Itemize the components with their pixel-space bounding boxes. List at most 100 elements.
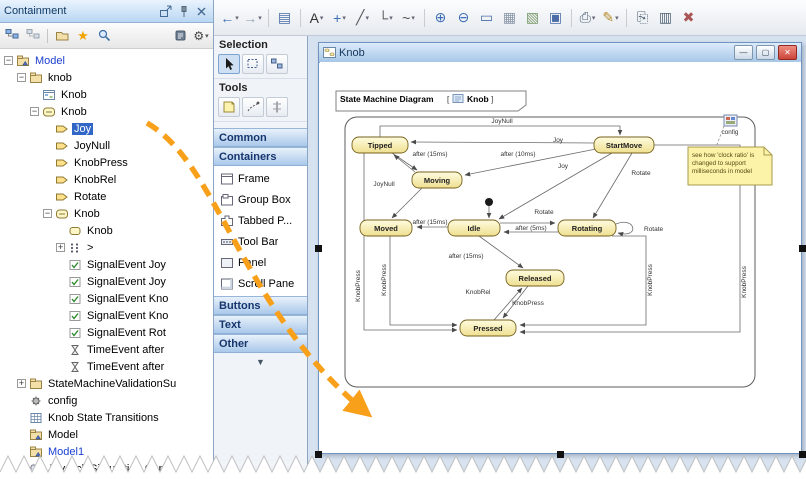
collapse-tree-icon[interactable] [24, 27, 42, 45]
oblique-path-icon[interactable]: ╱▾ [352, 7, 373, 29]
tree-indent [56, 277, 65, 286]
tree-item-model[interactable]: −Model [0, 52, 213, 69]
panel-title: Containment [4, 5, 155, 17]
multi-select-button[interactable] [266, 54, 288, 74]
marquee-select-button[interactable] [242, 54, 264, 74]
note[interactable]: see how 'clock ratio' is changed to supp… [688, 147, 772, 185]
float-icon[interactable] [157, 4, 173, 19]
zoom-in-icon[interactable]: ⊕ [430, 7, 451, 29]
palette-item-group-box[interactable]: Group Box [214, 189, 307, 210]
palette-section-containers[interactable]: Containers [214, 147, 307, 166]
tree-toggle-plus-icon[interactable]: + [17, 379, 26, 388]
palette-item-tabbed-p[interactable]: Tabbed P... [214, 210, 307, 231]
palette-section-text[interactable]: Text [214, 315, 307, 334]
tree-item-knobrel[interactable]: KnobRel [0, 171, 213, 188]
tree-item-rotate[interactable]: Rotate [0, 188, 213, 205]
copy-icon[interactable]: ⎘ [632, 7, 653, 29]
rectilinear-path-icon[interactable]: └▾ [375, 7, 396, 29]
move-mode-icon[interactable]: +▾ [329, 7, 350, 29]
tree-item-model1[interactable]: Model1 [0, 443, 213, 460]
tree-item-knob[interactable]: Knob [0, 86, 213, 103]
tree-toggle-minus-icon[interactable]: − [4, 56, 13, 65]
tree-item-joynull[interactable]: JoyNull [0, 137, 213, 154]
note-tool-button[interactable] [218, 97, 240, 117]
tree-item-config[interactable]: config [0, 392, 213, 409]
anchor-tool-button[interactable] [242, 97, 264, 117]
print-icon[interactable]: ⎙▾ [577, 7, 598, 29]
tree-item-signalevent-kno[interactable]: SignalEvent Kno [0, 307, 213, 324]
related-diagrams-icon[interactable]: ▤ [274, 7, 295, 29]
palette-section-buttons[interactable]: Buttons [214, 296, 307, 315]
tree-toggle-minus-icon[interactable]: − [17, 73, 26, 82]
select-cursor-button[interactable] [218, 54, 240, 74]
swimlanes-icon[interactable]: A▾ [306, 7, 327, 29]
grid-icon[interactable]: ▦ [499, 7, 520, 29]
resize-handle-bottom-right[interactable] [799, 451, 806, 458]
tree-item-knob[interactable]: −Knob [0, 103, 213, 120]
states[interactable]: Tipped StartMove Moving Moved Idle Rotat… [352, 137, 654, 336]
diagram-window-titlebar[interactable]: Knob — ▢ ✕ [319, 43, 801, 63]
delete-icon[interactable]: ✖ [678, 7, 699, 29]
tree-item-joystick-simulation-confi[interactable]: Joystick Simulation Confi [0, 460, 213, 477]
tree-item-[interactable]: +> [0, 239, 213, 256]
settings-gear-icon[interactable]: ⚙▾ [192, 27, 210, 45]
palette-item-frame[interactable]: Frame [214, 168, 307, 189]
appearance-icon[interactable]: ✎▾ [600, 7, 621, 29]
separator-tool-button[interactable] [266, 97, 288, 117]
tree-item-statemachinevalidationsu[interactable]: +StateMachineValidationSu [0, 375, 213, 392]
paste-icon[interactable]: ▥ [655, 7, 676, 29]
tree-item-knob[interactable]: −Knob [0, 205, 213, 222]
image-shape-icon[interactable]: ▧ [522, 7, 543, 29]
diagram-canvas[interactable]: Knob — ▢ ✕ [308, 36, 806, 479]
tree-toggle-minus-icon[interactable]: − [43, 209, 52, 218]
palette-section-label: Containers [219, 151, 276, 163]
resize-handle-middle-right[interactable] [799, 245, 806, 252]
tree-item-signalevent-joy[interactable]: SignalEvent Joy [0, 256, 213, 273]
palette-item-scroll-pane[interactable]: Scroll Pane [214, 273, 307, 294]
tree-item-knob[interactable]: −knob [0, 69, 213, 86]
palette-item-label: Panel [238, 257, 266, 269]
resize-handle-middle-left[interactable] [315, 245, 322, 252]
search-icon[interactable] [95, 27, 113, 45]
palette-section-common[interactable]: Common [214, 128, 307, 147]
maximize-button[interactable]: ▢ [756, 45, 775, 60]
tree-item-knob-state-transitions[interactable]: Knob State Transitions [0, 409, 213, 426]
open-in-tree-icon[interactable] [53, 27, 71, 45]
tree-item-signalevent-kno[interactable]: SignalEvent Kno [0, 290, 213, 307]
tree-toggle-minus-icon[interactable]: − [30, 107, 39, 116]
forward-icon[interactable]: →▾ [242, 7, 263, 29]
back-icon[interactable]: ←▾ [219, 7, 240, 29]
minimize-button[interactable]: — [734, 45, 753, 60]
bezier-path-icon[interactable]: ~▾ [398, 7, 419, 29]
expand-tree-icon[interactable] [3, 27, 21, 45]
tree-item-timeevent-after[interactable]: TimeEvent after [0, 358, 213, 375]
tree-item-signalevent-joy[interactable]: SignalEvent Joy [0, 273, 213, 290]
close-icon[interactable] [193, 4, 209, 19]
palette-section-other[interactable]: Other [214, 334, 307, 353]
config-element[interactable]: config [722, 115, 739, 136]
fit-in-window-icon[interactable]: ▭ [476, 7, 497, 29]
pin-icon[interactable] [175, 4, 191, 19]
zoom-out-icon[interactable]: ⊖ [453, 7, 474, 29]
palette-item-panel[interactable]: Panel [214, 252, 307, 273]
palette-scroll-down-button[interactable]: ▼ [214, 353, 307, 367]
initial-state[interactable] [485, 198, 493, 206]
diagram-drawing-area[interactable]: State Machine Diagram [ Knob ] [320, 62, 801, 453]
close-button[interactable]: ✕ [778, 45, 797, 60]
window-icon[interactable]: ▣ [545, 7, 566, 29]
resize-handle-bottom-center[interactable] [557, 451, 564, 458]
tree-toggle-plus-icon[interactable]: + [56, 243, 65, 252]
palette-section-label: Common [219, 132, 267, 144]
favorites-icon[interactable]: ★ [74, 27, 92, 45]
filter-icon[interactable] [171, 27, 189, 45]
palette-item-tool-bar[interactable]: Tool Bar [214, 231, 307, 252]
tree-item-knob[interactable]: Knob [0, 222, 213, 239]
tree-item-signalevent-rot[interactable]: SignalEvent Rot [0, 324, 213, 341]
svg-text:Rotate: Rotate [534, 209, 554, 216]
tree-item-model[interactable]: Model [0, 426, 213, 443]
tree-item-knobpress[interactable]: KnobPress [0, 154, 213, 171]
tree-item-joy[interactable]: Joy [0, 120, 213, 137]
tree-item-timeevent-after[interactable]: TimeEvent after [0, 341, 213, 358]
resize-handle-bottom-left[interactable] [315, 451, 322, 458]
diagram-palette: Selection Tools [214, 36, 308, 479]
